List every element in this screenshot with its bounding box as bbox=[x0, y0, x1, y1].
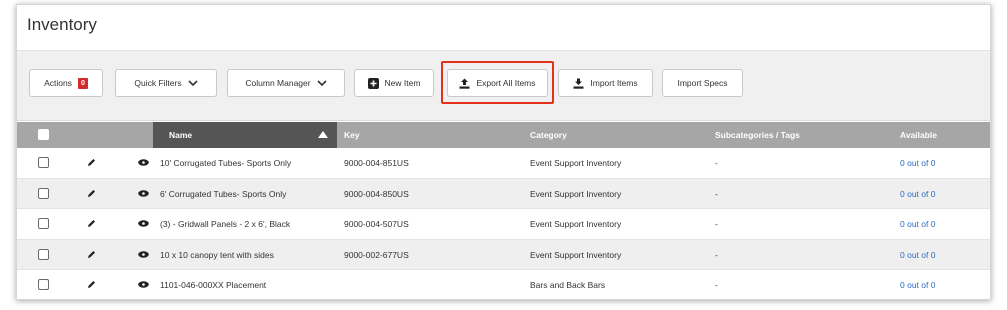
item-category: Event Support Inventory bbox=[530, 188, 622, 199]
export-all-items-label: Export All Items bbox=[476, 78, 536, 88]
select-all-checkbox[interactable] bbox=[38, 129, 49, 140]
edit-pencil-icon[interactable] bbox=[87, 158, 96, 167]
available-column-header[interactable]: Available bbox=[900, 122, 937, 148]
table-body: 10' Corrugated Tubes- Sports Only 9000-0… bbox=[17, 148, 990, 299]
column-manager-dropdown[interactable]: Column Manager bbox=[227, 69, 345, 97]
item-key: 9000-004-850US bbox=[344, 188, 409, 199]
table-row: 10' Corrugated Tubes- Sports Only 9000-0… bbox=[17, 148, 990, 179]
edit-pencil-icon[interactable] bbox=[87, 280, 96, 289]
view-eye-icon[interactable] bbox=[138, 250, 149, 258]
item-subcategories: - bbox=[715, 158, 718, 168]
edit-pencil-icon[interactable] bbox=[87, 219, 96, 228]
item-category: Event Support Inventory bbox=[530, 219, 622, 229]
row-checkbox[interactable] bbox=[38, 218, 49, 229]
inventory-table: Name Key Category Subcategories / Tags A… bbox=[17, 122, 990, 299]
view-eye-icon[interactable] bbox=[138, 281, 149, 288]
item-subcategories: - bbox=[715, 219, 718, 229]
item-category: Bars and Back Bars bbox=[530, 280, 606, 290]
edit-pencil-icon[interactable] bbox=[87, 189, 96, 198]
row-checkbox[interactable] bbox=[38, 248, 49, 260]
title-bar: Inventory bbox=[17, 5, 990, 51]
import-specs-label: Import Specs bbox=[677, 78, 728, 88]
key-column-header[interactable]: Key bbox=[344, 122, 360, 148]
item-subcategories: - bbox=[715, 249, 718, 260]
table-row: 10 x 10 canopy tent with sides 9000-002-… bbox=[17, 239, 990, 270]
item-name: 10' Corrugated Tubes- Sports Only bbox=[160, 158, 292, 168]
item-subcategories: - bbox=[715, 188, 718, 199]
item-availability-link[interactable]: 0 out of 0 bbox=[900, 179, 935, 209]
name-column-header[interactable]: Name bbox=[153, 122, 337, 148]
name-column-label: Name bbox=[169, 130, 193, 140]
chevron-down-icon bbox=[317, 79, 327, 86]
table-header-row: Name Key Category Subcategories / Tags A… bbox=[17, 122, 990, 148]
new-item-label: New Item bbox=[384, 78, 421, 88]
subcategories-column-label: Subcategories / Tags bbox=[715, 130, 800, 140]
row-checkbox[interactable] bbox=[38, 187, 49, 199]
plus-square-icon bbox=[367, 77, 379, 89]
quick-filters-label: Quick Filters bbox=[134, 78, 182, 88]
actions-count-badge: 0 bbox=[77, 77, 88, 89]
category-column-label: Category bbox=[530, 130, 567, 140]
import-items-label: Import Items bbox=[590, 78, 638, 88]
import-specs-button[interactable]: Import Specs bbox=[662, 69, 743, 97]
column-manager-label: Column Manager bbox=[245, 78, 311, 88]
edit-pencil-icon[interactable] bbox=[87, 250, 96, 259]
key-column-label: Key bbox=[344, 130, 360, 140]
view-eye-icon[interactable] bbox=[138, 159, 149, 166]
upload-icon bbox=[459, 78, 470, 89]
download-icon bbox=[573, 78, 584, 89]
new-item-button[interactable]: New Item bbox=[354, 69, 434, 97]
item-key: 9000-002-677US bbox=[344, 249, 409, 260]
item-key: 9000-004-851US bbox=[344, 158, 409, 168]
table-row: 6' Corrugated Tubes- Sports Only 9000-00… bbox=[17, 178, 990, 209]
item-category: Event Support Inventory bbox=[530, 158, 622, 168]
row-checkbox[interactable] bbox=[38, 157, 49, 168]
subcategories-column-header[interactable]: Subcategories / Tags bbox=[715, 122, 800, 148]
item-name: 6' Corrugated Tubes- Sports Only bbox=[160, 188, 287, 199]
item-availability-link[interactable]: 0 out of 0 bbox=[900, 148, 935, 178]
actions-button[interactable]: Actions 0 bbox=[29, 69, 103, 97]
row-checkbox[interactable] bbox=[38, 279, 49, 290]
view-eye-icon[interactable] bbox=[138, 220, 149, 227]
quick-filters-dropdown[interactable]: Quick Filters bbox=[115, 69, 217, 97]
item-availability-link[interactable]: 0 out of 0 bbox=[900, 270, 935, 299]
view-eye-icon[interactable] bbox=[138, 189, 149, 197]
item-subcategories: - bbox=[715, 280, 718, 290]
toolbar: Actions 0 Quick Filters Column Manager N… bbox=[17, 51, 990, 121]
item-key: 9000-004-507US bbox=[344, 219, 409, 229]
inventory-panel: Inventory Actions 0 Quick Filters Column… bbox=[16, 4, 991, 300]
table-row: (3) - Gridwall Panels - 2 x 6', Black 90… bbox=[17, 209, 990, 240]
item-name: 1101-046-000XX Placement bbox=[160, 280, 267, 290]
export-all-items-button[interactable]: Export All Items bbox=[447, 69, 548, 97]
item-name: 10 x 10 canopy tent with sides bbox=[160, 249, 274, 260]
item-category: Event Support Inventory bbox=[530, 249, 622, 260]
chevron-down-icon bbox=[188, 79, 198, 86]
import-items-button[interactable]: Import Items bbox=[558, 69, 653, 97]
category-column-header[interactable]: Category bbox=[530, 122, 567, 148]
item-availability-link[interactable]: 0 out of 0 bbox=[900, 209, 935, 239]
item-availability-link[interactable]: 0 out of 0 bbox=[900, 240, 935, 270]
actions-label: Actions bbox=[44, 78, 72, 88]
item-name: (3) - Gridwall Panels - 2 x 6', Black bbox=[160, 219, 291, 229]
sort-ascending-icon bbox=[318, 131, 328, 138]
table-row: 1101-046-000XX Placement Bars and Back B… bbox=[17, 270, 990, 299]
available-column-label: Available bbox=[900, 130, 938, 140]
page-title: Inventory bbox=[27, 15, 97, 34]
